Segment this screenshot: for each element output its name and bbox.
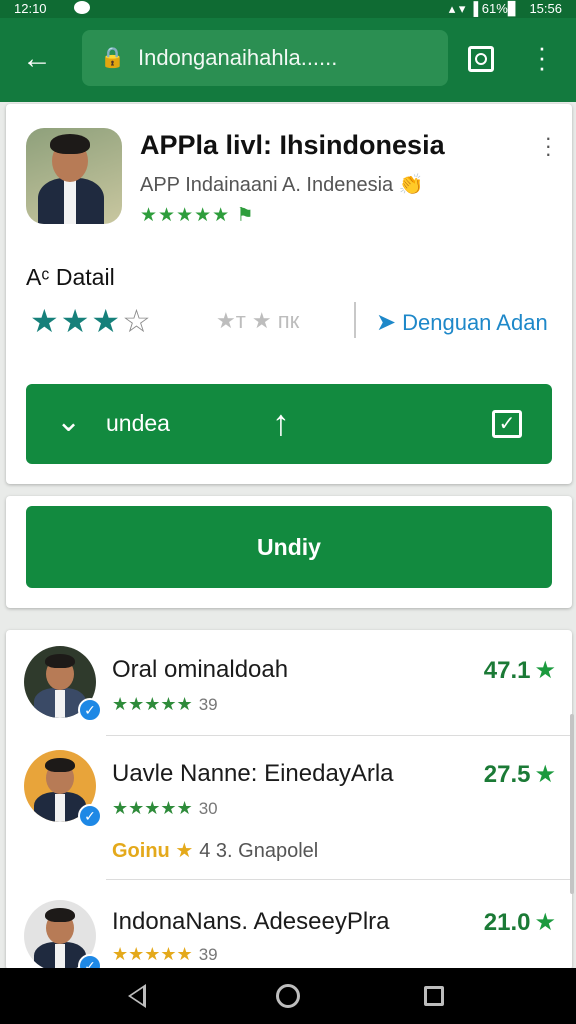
lock-icon: 🔒 xyxy=(100,47,125,69)
score-value: 47.1 xyxy=(483,657,531,684)
reviewer-count: 39 xyxy=(198,695,218,714)
reviewer-count: 39 xyxy=(198,945,218,964)
back-arrow-icon[interactable]: ← xyxy=(22,42,56,76)
reviewer-score: 21.0 ★ xyxy=(484,908,556,937)
rating-row: ★★★☆ ★т ★ пк ➤ Denguan Adan xyxy=(30,302,570,342)
muted-rating-text: ★т ★ пк xyxy=(216,308,300,333)
app-rating-stars: ★★★★★ ⚑ xyxy=(140,205,255,226)
system-nav-bar xyxy=(0,968,576,1024)
score-value: 21.0 xyxy=(483,909,531,936)
tab-switcher-inner xyxy=(475,53,487,65)
arrow-up-icon: ↑ xyxy=(272,402,290,443)
secondary-action-label: Undiy xyxy=(257,534,321,560)
status-time: 12:10 xyxy=(14,1,47,16)
app-header-card: APPla livl: Ihsindonesia APP Indainaani … xyxy=(6,104,572,484)
secondary-action-card: Undiy xyxy=(6,496,572,608)
extra-text: 4 3. Gnapolel xyxy=(199,840,319,862)
primary-action-button[interactable]: ⌄ undea ↑ ✓ xyxy=(26,384,552,464)
app-subtitle-text: APP Indainaani A. Indenesia xyxy=(140,174,394,196)
avatar-hair xyxy=(45,908,75,922)
primary-action-label: undea xyxy=(106,410,170,436)
status-bar: 12:10 ▴ ▾ ▐ 61%▊ 15:56 xyxy=(0,0,576,18)
score-star-icon: ★ xyxy=(534,909,556,936)
verified-badge-icon: ✓ xyxy=(78,698,102,722)
scrollbar[interactable] xyxy=(570,714,574,894)
app-title: APPla livl: Ihsindonesia xyxy=(140,130,445,160)
rating-star-empty: ☆ xyxy=(122,303,153,339)
gold-badge: Goinu ★ xyxy=(112,840,194,862)
chevron-down-icon: ⌄ xyxy=(56,405,82,438)
reviewer-rating: ★★★★★ 39 xyxy=(112,694,218,715)
app-icon xyxy=(26,128,122,224)
score-star-icon: ★ xyxy=(534,657,556,684)
rating-stars-filled: ★★★ xyxy=(30,303,123,339)
list-item[interactable]: ✓ Uavle Nanne: EinedayArla ★★★★★ 30 Goinu… xyxy=(6,736,572,880)
reviewer-stars: ★★★★★ xyxy=(112,944,193,964)
nav-back-icon[interactable] xyxy=(128,984,146,1008)
list-item[interactable]: ✓ Oral ominaldoah ★★★★★ 39 47.1 ★ xyxy=(6,630,572,736)
app-subtitle: APP Indainaani A. Indenesia 👏 xyxy=(140,172,424,197)
score-value: 27.5 xyxy=(483,761,531,788)
arrow-right-icon: ➤ xyxy=(376,309,397,336)
card-more-icon[interactable]: · · · xyxy=(545,127,552,165)
browser-toolbar: ← 🔒 Indonganaihahla...... · · · xyxy=(0,18,576,102)
checkbox-icon[interactable]: ✓ xyxy=(492,410,522,438)
details-link[interactable]: ➤ Denguan Adan xyxy=(376,308,548,337)
reviewer-extra: Goinu ★ 4 3. Gnapolel xyxy=(112,838,318,863)
address-bar[interactable]: 🔒 Indonganaihahla...... xyxy=(82,30,448,86)
secondary-action-button[interactable]: Undiy xyxy=(26,506,552,588)
vertical-divider xyxy=(354,302,356,338)
reviewer-name: Uavle Nanne: EinedayArla xyxy=(112,760,394,787)
app-icon-hair xyxy=(50,134,90,154)
reviewer-name: Oral ominaldoah xyxy=(112,656,289,683)
clap-emoji-icon: 👏 xyxy=(398,174,424,196)
rating-stars[interactable]: ★★★☆ xyxy=(30,302,153,340)
status-clock: 15:56 xyxy=(529,1,562,16)
detail-label: Aᶜ Datail xyxy=(26,264,115,290)
reviewer-rating: ★★★★★ 39 xyxy=(112,944,218,965)
avatar-hair xyxy=(45,758,75,772)
tab-switcher-icon[interactable] xyxy=(468,46,494,72)
status-icons: ▴ ▾ ▐ 61%▊ 15:56 xyxy=(441,1,562,17)
more-vert-icon[interactable]: · · · xyxy=(532,34,552,80)
app-icon-person xyxy=(26,128,122,224)
reviewer-score: 27.5 ★ xyxy=(484,760,556,789)
avatar-shirt xyxy=(55,690,65,718)
avatar-hair xyxy=(45,654,75,668)
avatar-shirt xyxy=(55,794,65,822)
url-text: Indonganaihahla...... xyxy=(138,45,338,70)
app-icon-shirt xyxy=(64,180,76,224)
details-link-label: Denguan Adan xyxy=(402,310,548,335)
reviewer-score: 47.1 ★ xyxy=(484,656,556,685)
reviewer-stars: ★★★★★ xyxy=(112,694,193,714)
nav-home-icon[interactable] xyxy=(276,984,300,1008)
reviewer-stars: ★★★★★ xyxy=(112,798,193,818)
status-indicators: ▴ ▾ ▐ 61%▊ xyxy=(448,1,518,16)
verified-badge-icon: ✓ xyxy=(78,804,102,828)
reviewer-rating: ★★★★★ 30 xyxy=(112,798,218,819)
reviews-card: ✓ Oral ominaldoah ★★★★★ 39 47.1 ★ ✓ Uavle … xyxy=(6,630,572,978)
reviewer-name: IndonaNans. AdeseeyPlra xyxy=(112,908,390,935)
reviewer-count: 30 xyxy=(198,799,218,818)
notification-icon xyxy=(74,1,90,14)
nav-recents-icon[interactable] xyxy=(424,986,444,1006)
score-star-icon: ★ xyxy=(534,761,556,788)
list-item[interactable]: ✓ IndonaNans. AdeseeyPlra ★★★★★ 39 21.0 ★ xyxy=(6,880,572,978)
